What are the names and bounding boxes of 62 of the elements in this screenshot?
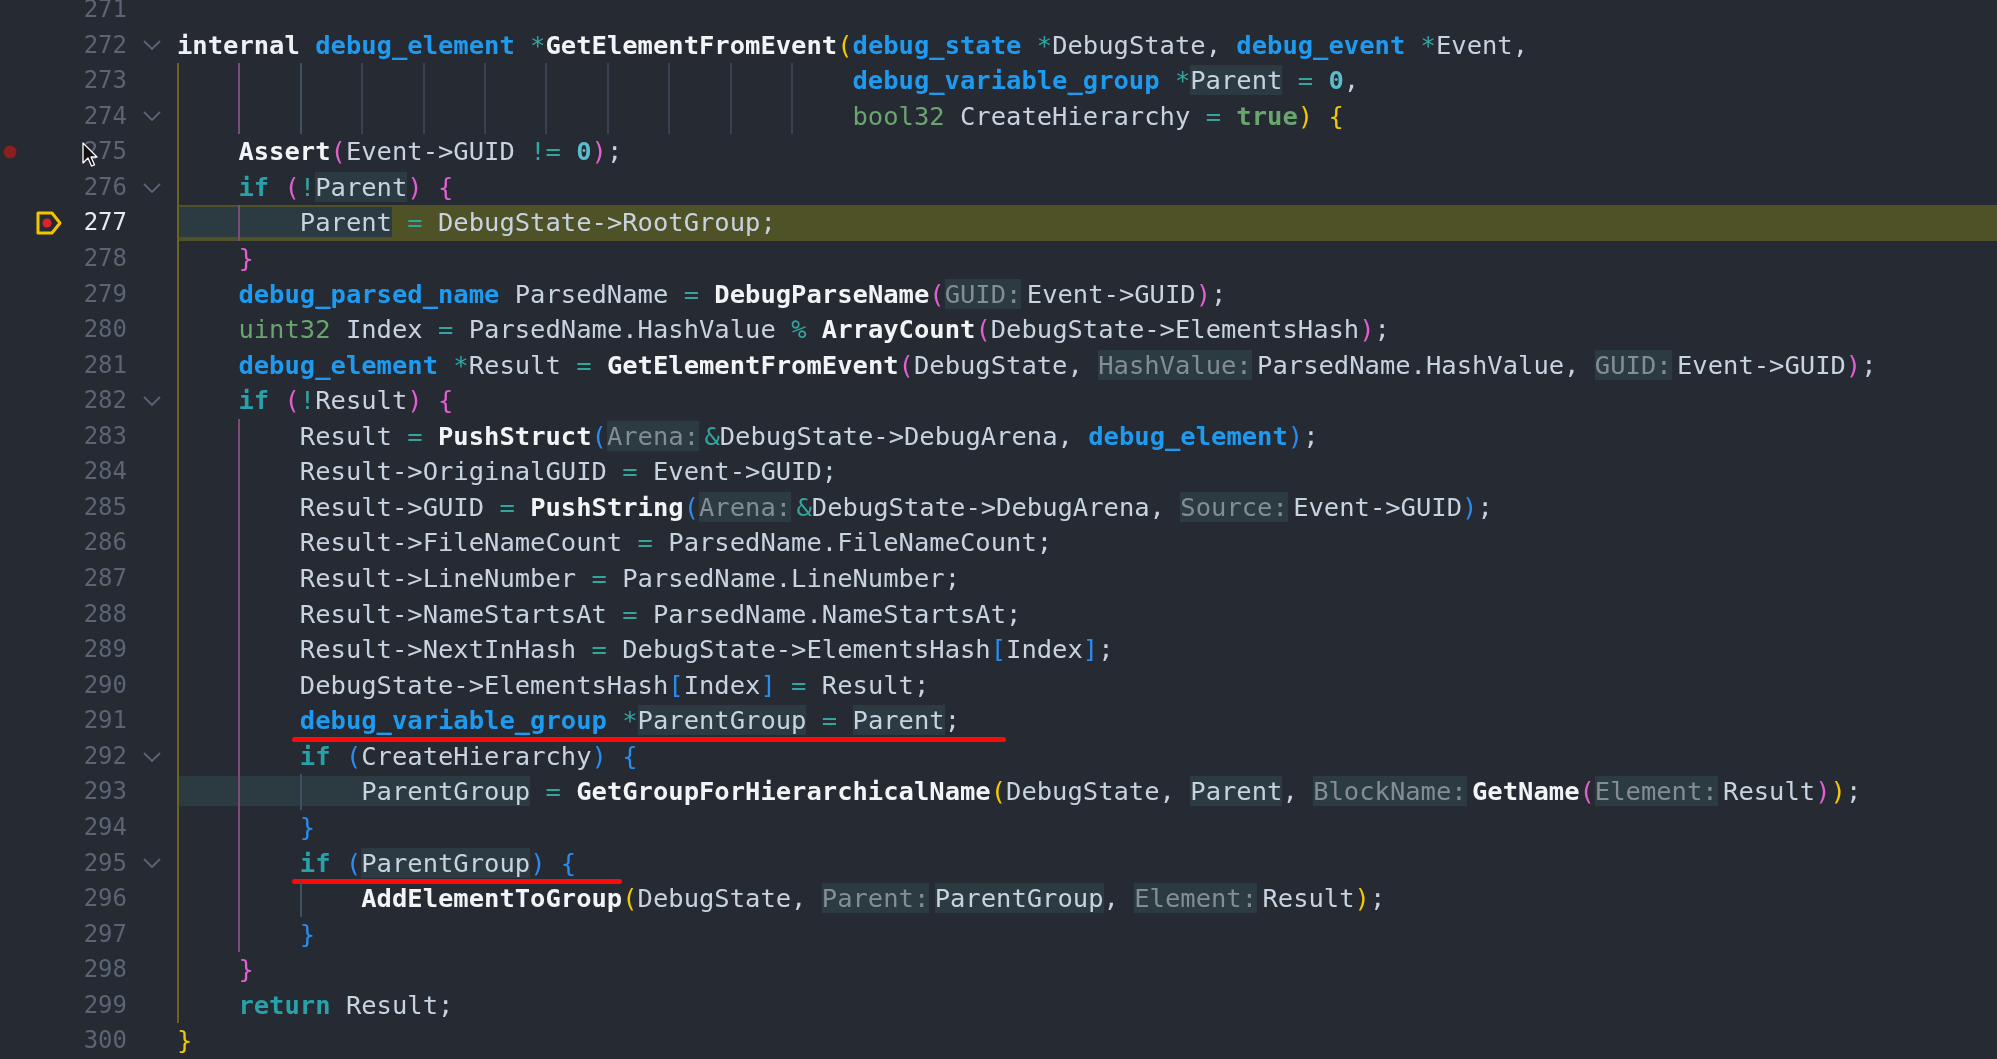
code-line: debug_element *Result = GetElementFromEvent(DebugState, HashValue: ParsedName.HashValue, GUID: Event->GUID); bbox=[237, 348, 1878, 382]
line-number: 292 bbox=[82, 740, 127, 772]
line-number: 283 bbox=[82, 420, 127, 452]
breakpoint-icon[interactable] bbox=[3, 145, 17, 160]
code-line: Result->NameStartsAt = ParsedName.NameStartsAt; bbox=[298, 597, 1023, 631]
code-line: return Result; bbox=[237, 988, 455, 1022]
code-line: Result->OriginalGUID = Event->GUID; bbox=[298, 455, 839, 489]
fold-chevron-icon[interactable] bbox=[143, 858, 161, 869]
code-line: Result->LineNumber = ParsedName.LineNumber; bbox=[298, 562, 961, 595]
current-line-arrow-icon[interactable] bbox=[36, 211, 62, 236]
code-line: debug_variable_group *ParentGroup = Parent; bbox=[298, 704, 961, 738]
code-line: debug_variable_group *Parent = 0, bbox=[851, 64, 1361, 98]
line-number: 294 bbox=[82, 811, 127, 843]
line-number: 284 bbox=[82, 456, 127, 488]
line-number: 285 bbox=[82, 491, 127, 523]
code-line: } bbox=[237, 241, 255, 275]
code-line: AddElementToGroup(DebugState, Parent: ParentGroup, Element: Result); bbox=[360, 882, 1387, 916]
line-number: 296 bbox=[82, 883, 127, 915]
line-number: 281 bbox=[82, 349, 127, 381]
code-line: debug_parsed_name ParsedName = DebugParseName(GUID: Event->GUID); bbox=[237, 277, 1228, 311]
fold-chevron-icon[interactable] bbox=[143, 751, 161, 762]
code-line: Result->FileNameCount = ParsedName.FileNameCount; bbox=[298, 526, 1054, 560]
line-number: 297 bbox=[82, 918, 127, 950]
code-line: Result->NextInHash = DebugState->ElementsHash[Index]; bbox=[298, 633, 1115, 667]
line-number: 274 bbox=[82, 100, 127, 132]
line-number: 277 bbox=[82, 207, 127, 239]
line-number: 298 bbox=[82, 954, 127, 986]
line-number: 280 bbox=[82, 314, 127, 346]
line-number: 278 bbox=[82, 242, 127, 274]
code-line: uint32 Index = ParsedName.HashValue % ArrayCount(DebugState->ElementsHash); bbox=[237, 313, 1391, 347]
code-line: } bbox=[298, 917, 317, 951]
line-number: 290 bbox=[82, 669, 127, 701]
line-number: 291 bbox=[82, 705, 127, 737]
fold-chevron-icon[interactable] bbox=[143, 40, 161, 51]
code-line: if (CreateHierarchy) { bbox=[298, 739, 639, 773]
line-number: 272 bbox=[82, 29, 127, 61]
code-line: Result = PushStruct(Arena: &DebugState->DebugArena, debug_element); bbox=[298, 419, 1320, 453]
line-number: 289 bbox=[82, 634, 127, 666]
code-line: } bbox=[298, 810, 317, 844]
fold-chevron-icon[interactable] bbox=[143, 395, 161, 406]
code-line: } bbox=[177, 1024, 194, 1058]
line-number: 287 bbox=[82, 563, 127, 594]
line-number: 299 bbox=[82, 989, 127, 1021]
line-number: 286 bbox=[82, 527, 127, 559]
fold-chevron-icon[interactable] bbox=[143, 111, 161, 122]
line-number: 282 bbox=[82, 385, 127, 417]
line-number: 293 bbox=[82, 776, 127, 808]
code-line: bool32 CreateHierarchy = true) { bbox=[851, 99, 1345, 133]
code-line: } bbox=[237, 953, 255, 987]
code-line: if (!Result) { bbox=[237, 384, 455, 418]
line-number: 276 bbox=[82, 171, 127, 203]
fold-chevron-icon[interactable] bbox=[143, 182, 161, 193]
line-number: 288 bbox=[82, 598, 127, 630]
code-line: DebugState->ElementsHash[Index] = Result; bbox=[298, 668, 931, 702]
code-line: if (!Parent) { bbox=[237, 170, 455, 204]
line-number: 300 bbox=[82, 1025, 127, 1057]
line-number: 295 bbox=[82, 847, 127, 879]
code-line: Result->GUID = PushString(Arena: &DebugState->DebugArena, Source: Event->GUID); bbox=[298, 490, 1494, 524]
line-number: 279 bbox=[82, 278, 127, 310]
line-number: 273 bbox=[82, 65, 127, 97]
code-line: Assert(Event->GUID != 0); bbox=[237, 135, 624, 169]
code-line: internal debug_element *GetElementFromEvent(debug_state *DebugState, debug_event *Event, bbox=[177, 28, 1530, 62]
